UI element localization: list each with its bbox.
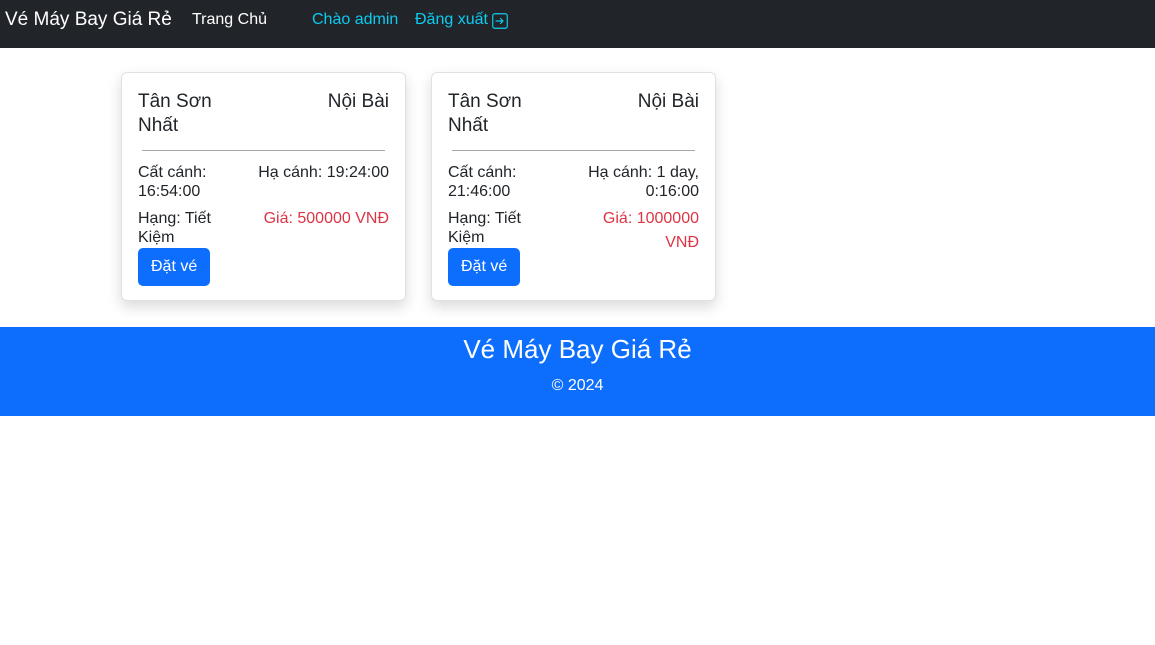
- flight-card: Tân Sơn Nhất Nội Bài Cất cánh: 16:54:00 …: [121, 72, 406, 301]
- origin-airport: Tân Sơn Nhất: [448, 91, 522, 136]
- nav-link-logout[interactable]: Đăng xuất: [415, 11, 508, 29]
- navbar-brand[interactable]: Vé Máy Bay Giá Rẻ: [5, 9, 172, 31]
- book-ticket-button[interactable]: Đặt vé: [448, 248, 521, 286]
- departure-time: Cất cánh: 21:46:00: [448, 164, 517, 200]
- card-divider: [452, 150, 695, 151]
- card-divider: [142, 150, 385, 151]
- page-footer: Vé Máy Bay Giá Rẻ © 2024: [0, 327, 1155, 416]
- arrival-time: Hạ cánh: 19:24:00: [258, 164, 389, 181]
- flight-card: Tân Sơn Nhất Nội Bài Cất cánh: 21:46:00 …: [431, 72, 716, 301]
- seat-class: Hạng: Tiết Kiệm: [138, 210, 211, 246]
- nav-link-greeting[interactable]: Chào admin: [312, 11, 398, 29]
- flight-times: Cất cánh: 21:46:00 Hạ cánh: 1 day, 0:16:…: [448, 163, 699, 201]
- book-ticket-button[interactable]: Đặt vé: [138, 248, 211, 286]
- box-arrow-right-icon: [492, 13, 508, 29]
- nav-link-home[interactable]: Trang Chủ: [192, 11, 267, 29]
- logout-label: Đăng xuất: [415, 11, 488, 28]
- flight-times: Cất cánh: 16:54:00 Hạ cánh: 19:24:00: [138, 163, 389, 201]
- top-navbar: Vé Máy Bay Giá Rẻ Trang Chủ Chào admin Đ…: [0, 0, 1155, 48]
- class-and-price: Hạng: Tiết Kiệm Giá: 500000 VNĐ: [138, 209, 389, 247]
- flight-route: Tân Sơn Nhất Nội Bài: [138, 90, 389, 138]
- flight-route: Tân Sơn Nhất Nội Bài: [448, 90, 699, 138]
- origin-airport: Tân Sơn Nhất: [138, 91, 212, 136]
- arrival-time: Hạ cánh: 1 day, 0:16:00: [588, 164, 699, 200]
- ticket-price: Giá: 1000000 VNĐ: [602, 210, 699, 251]
- flight-card-body: Tân Sơn Nhất Nội Bài Cất cánh: 21:46:00 …: [448, 90, 699, 255]
- destination-airport: Nội Bài: [637, 91, 699, 112]
- destination-airport: Nội Bài: [327, 91, 389, 112]
- footer-copyright: © 2024: [551, 377, 604, 394]
- flight-card-list: Tân Sơn Nhất Nội Bài Cất cánh: 16:54:00 …: [121, 72, 716, 301]
- footer-title: Vé Máy Bay Giá Rẻ: [463, 334, 692, 364]
- ticket-price: Giá: 500000 VNĐ: [263, 210, 389, 227]
- flight-card-body: Tân Sơn Nhất Nội Bài Cất cánh: 16:54:00 …: [138, 90, 389, 247]
- departure-time: Cất cánh: 16:54:00: [138, 164, 207, 200]
